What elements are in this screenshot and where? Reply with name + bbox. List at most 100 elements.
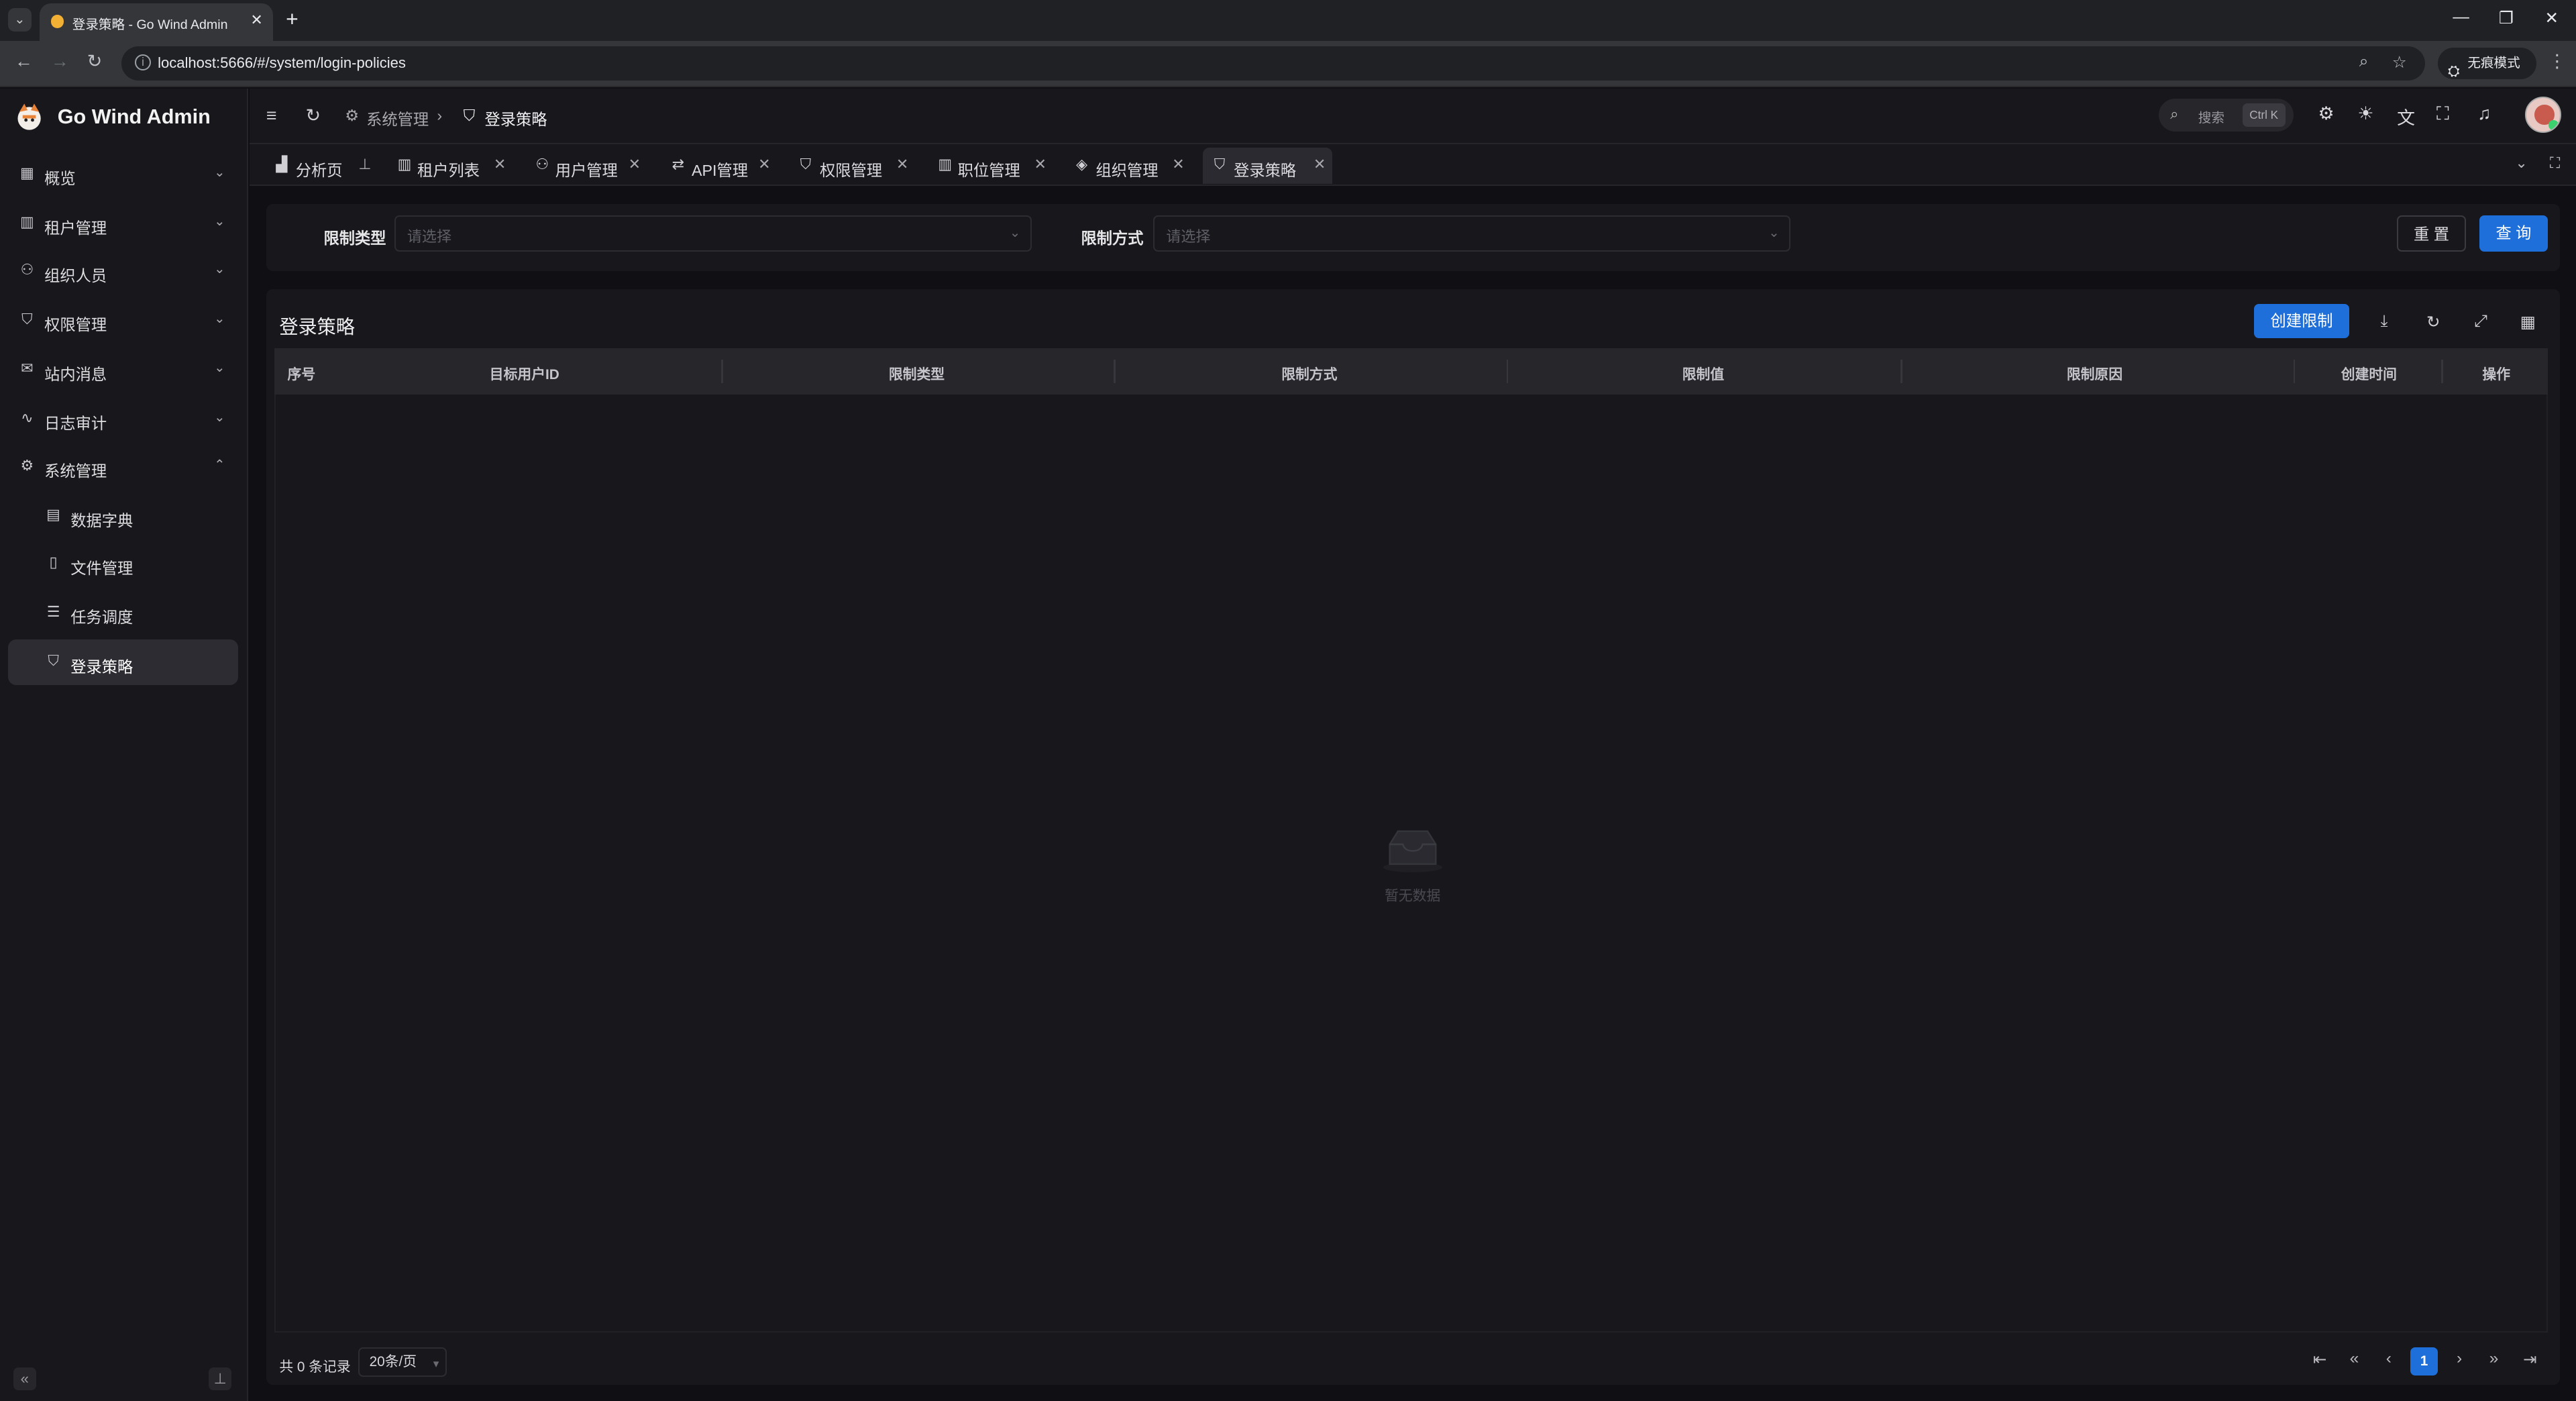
activity-icon: ∿ — [21, 409, 34, 426]
back-icon[interactable]: ← — [15, 51, 33, 72]
window-close-button[interactable]: ✕ — [2545, 8, 2559, 28]
download-icon[interactable]: ⤓ — [2381, 312, 2388, 331]
sidebar-item-overview[interactable]: ▦ 概览 ⌄ — [8, 151, 238, 197]
tab-analytics[interactable]: ▟ 分析页 ⊥ — [270, 148, 378, 184]
translate-icon[interactable]: 文 — [2397, 103, 2415, 129]
bookmark-star-icon[interactable]: ☆ — [2392, 52, 2407, 72]
tab-tenant-list[interactable]: ▥ 租户列表 ✕ — [391, 148, 513, 184]
restore-button[interactable]: ❐ — [2499, 8, 2514, 28]
last-page-icon[interactable]: ⇥ — [2517, 1349, 2543, 1369]
sidebar-item-label: 权限管理 — [44, 316, 107, 334]
sidebar-item-org-people[interactable]: ⚇ 组织人员 ⌄ — [8, 248, 238, 295]
sidebar-item-label: 日志审计 — [44, 415, 107, 433]
sidebar-item-system[interactable]: ⚙ 系统管理 ⌃ — [8, 444, 238, 490]
browser-tab[interactable]: 登录策略 - Go Wind Admin ✕ — [39, 3, 273, 42]
favicon-icon — [50, 15, 64, 28]
layers-icon: ◈ — [1076, 156, 1088, 173]
filter-form: 限制类型 请选择 ⌄ 限制方式 请选择 ⌄ 重 置 查 询 — [266, 203, 2560, 272]
file-icon: ▯ — [49, 554, 58, 571]
tab-user-management[interactable]: ⚇ 用户管理 ✕ — [529, 148, 647, 184]
global-search[interactable]: ⌕ 搜索 Ctrl K — [2158, 98, 2294, 132]
browser-menu-icon[interactable]: ⋮ — [2548, 51, 2566, 72]
omnibox[interactable]: i localhost:5666/#/system/login-policies… — [121, 46, 2425, 81]
tab-search-button[interactable]: ⌄ — [8, 8, 32, 32]
sidebar-item-audit-log[interactable]: ∿ 日志审计 ⌄ — [8, 396, 238, 442]
restriction-type-select[interactable]: 请选择 ⌄ — [394, 215, 1032, 252]
tab-permissions[interactable]: ⛉ 权限管理 ✕ — [794, 148, 915, 184]
sidebar-item-tasks[interactable]: ☰ 任务调度 — [8, 590, 238, 636]
first-page-icon[interactable]: ⇤ — [2306, 1349, 2332, 1369]
tab-api-management[interactable]: ⇄ API管理 ✕ — [665, 148, 777, 184]
sidebar-item-dictionary[interactable]: ▤ 数据字典 — [8, 493, 238, 539]
url-text[interactable]: localhost:5666/#/system/login-policies — [158, 54, 406, 72]
restriction-method-select[interactable]: 请选择 ⌄ — [1153, 215, 1791, 252]
sidebar-item-label: 文件管理 — [70, 559, 133, 577]
theme-sun-icon[interactable]: ☀ — [2357, 103, 2373, 124]
sidebar-item-label: 任务调度 — [70, 609, 133, 627]
pin-icon[interactable]: ⊥ — [358, 156, 371, 173]
briefcase-icon: ▥ — [938, 156, 953, 173]
next-page-icon[interactable]: › — [2447, 1349, 2473, 1368]
previous-page-icon[interactable]: ‹ — [2375, 1349, 2402, 1368]
task-icon: ☰ — [46, 603, 60, 620]
sidebar-item-tenant[interactable]: ▥ 租户管理 ⌄ — [8, 201, 238, 247]
refresh-icon[interactable]: ↻ — [2426, 312, 2440, 332]
close-icon[interactable]: ✕ — [758, 156, 770, 173]
fullscreen-icon[interactable]: ⛶ — [2436, 103, 2449, 125]
chevron-down-icon: ▾ — [433, 1356, 439, 1370]
column-header: 限制类型 — [888, 367, 945, 383]
query-button[interactable]: 查 询 — [2479, 215, 2548, 252]
close-icon[interactable]: ✕ — [629, 156, 641, 173]
zoom-icon[interactable]: ⌕ — [2359, 52, 2369, 71]
menu-toggle-icon[interactable]: ≡ — [266, 105, 277, 126]
close-icon[interactable]: ✕ — [1172, 156, 1184, 173]
sidebar-item-login-policies[interactable]: ⛉ 登录策略 — [8, 639, 239, 686]
collapse-sidebar-icon[interactable]: « — [13, 1367, 36, 1390]
page-number-current[interactable]: 1 — [2410, 1347, 2438, 1376]
tab-positions[interactable]: ▥ 职位管理 ✕ — [932, 148, 1053, 184]
bell-icon[interactable]: ♫ — [2477, 103, 2491, 124]
maximize-content-icon[interactable]: ⛶ — [2550, 154, 2560, 172]
expand-icon[interactable]: ⤢ — [2474, 312, 2487, 331]
tab-login-policies[interactable]: ⛉ 登录策略 ✕ — [1202, 147, 1333, 184]
fast-forward-icon[interactable]: » — [2481, 1349, 2507, 1368]
close-icon[interactable]: ✕ — [494, 156, 506, 173]
fast-backward-icon[interactable]: « — [2341, 1349, 2367, 1368]
gear-icon: ⚙ — [20, 456, 34, 474]
reset-button[interactable]: 重 置 — [2397, 215, 2466, 252]
forward-icon[interactable]: → — [51, 51, 69, 72]
tenant-icon: ▥ — [19, 213, 34, 231]
avatar[interactable] — [2525, 97, 2561, 134]
sidebar-item-messages[interactable]: ✉ 站内消息 ⌄ — [8, 347, 238, 393]
column-settings-icon[interactable]: ▦ — [2520, 312, 2536, 332]
close-icon[interactable]: ✕ — [1034, 156, 1046, 173]
tab-organizations[interactable]: ◈ 组织管理 ✕ — [1069, 148, 1191, 184]
tabs-dropdown-icon[interactable]: ⌄ — [2515, 154, 2527, 172]
app-root: ⌄ 登录策略 - Go Wind Admin ✕ + — ❐ ✕ ← → ↻ i… — [0, 0, 2576, 1401]
sidebar-item-files[interactable]: ▯ 文件管理 — [8, 541, 238, 587]
breadcrumb-shield-icon: ⛉ — [463, 107, 476, 125]
sidebar-item-label: 数据字典 — [70, 511, 133, 529]
close-icon[interactable]: ✕ — [896, 156, 908, 173]
tab-label: 职位管理 — [957, 161, 1020, 179]
incognito-indicator[interactable]: ⛭ 无痕模式 — [2438, 48, 2537, 79]
settings-icon[interactable]: ⚙ — [2318, 103, 2334, 124]
pin-icon[interactable]: ⊥ — [209, 1367, 232, 1390]
refresh-icon[interactable]: ↻ — [306, 105, 321, 126]
incognito-label: 无痕模式 — [2467, 56, 2520, 70]
page-size-select[interactable]: 20条/页 ▾ — [358, 1347, 447, 1378]
create-restriction-button[interactable]: 创建限制 — [2254, 304, 2350, 339]
new-tab-button[interactable]: + — [286, 7, 299, 32]
shield-check-icon: ⛉ — [48, 652, 59, 670]
minimize-button[interactable]: — — [2453, 8, 2469, 27]
site-info-icon[interactable]: i — [134, 54, 152, 71]
reload-icon[interactable]: ↻ — [87, 51, 103, 72]
page-size-value: 20条/页 — [369, 1354, 417, 1370]
sidebar-item-permissions[interactable]: ⛉ 权限管理 ⌄ — [8, 297, 238, 344]
tab-label: 租户列表 — [417, 161, 480, 179]
close-icon[interactable]: ✕ — [250, 11, 262, 29]
close-icon[interactable]: ✕ — [1313, 156, 1326, 173]
breadcrumb-parent[interactable]: 系统管理 — [366, 107, 429, 129]
column-header: 限制方式 — [1281, 367, 1338, 383]
empty-state-text: 暂无数据 — [1385, 888, 1441, 904]
